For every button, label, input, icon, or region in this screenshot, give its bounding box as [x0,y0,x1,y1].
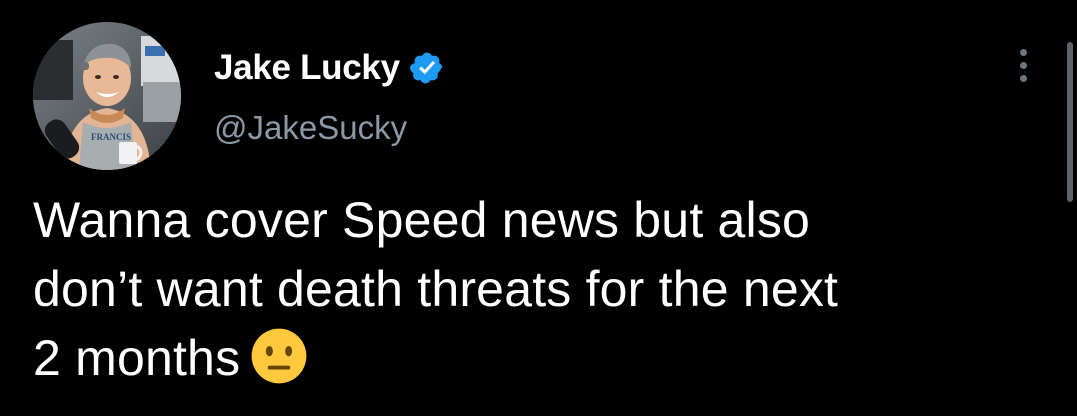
author-handle[interactable]: @JakeSucky [214,108,407,148]
author-avatar[interactable]: FRANCIS [33,22,181,170]
author-display-name[interactable]: Jake Lucky [214,46,400,90]
tweet-text-line: don’t want death threats for the next [33,261,839,317]
more-dot [1019,48,1027,56]
neutral-face-emoji-icon [250,327,308,385]
tweet-text-line: 2 months [33,330,241,386]
more-dot [1019,74,1027,82]
scrollbar[interactable] [1067,42,1073,202]
tweet-text-line: Wanna cover Speed news but also [33,192,811,248]
author-name-row: Jake Lucky [214,46,445,90]
avatar-photo: FRANCIS [33,22,181,170]
tweet-text: Wanna cover Speed news but also don’t wa… [33,186,1043,393]
tweet-card: FRANCIS Jake Lucky @JakeSucky Wanna cove… [0,0,1077,416]
verified-badge-icon [409,50,445,86]
more-dot [1019,61,1027,69]
tweet-text-line-last: 2 months [33,324,1043,393]
more-options-icon[interactable] [1006,40,1040,90]
svg-text:FRANCIS: FRANCIS [91,132,131,142]
